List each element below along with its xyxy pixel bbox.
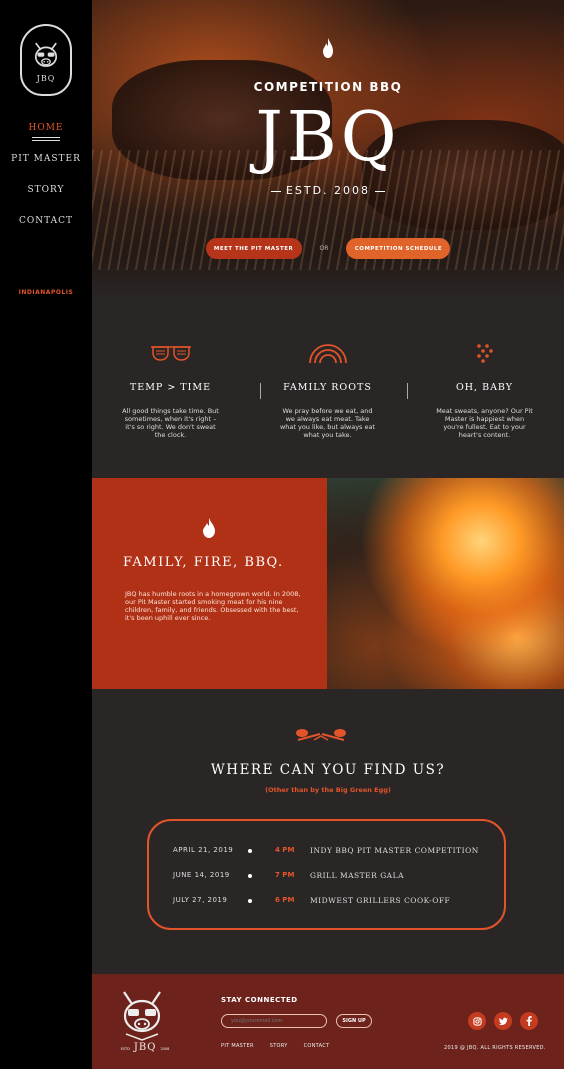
event-row[interactable]: APRIL 21, 2019 4 PM INDY BBQ PIT MASTER … — [149, 846, 504, 858]
footer-logo-wordmark: ESTD JBQ 2008 — [115, 1042, 175, 1056]
sign-up-button[interactable]: SIGN UP — [336, 1014, 372, 1028]
social-links — [468, 1012, 538, 1030]
event-time: 6 PM — [275, 896, 295, 904]
family-fire-title: FAMILY, FIRE, BBQ. — [123, 555, 284, 570]
event-name: MIDWEST GRILLERS COOK-OFF — [310, 896, 451, 905]
nav-item-story[interactable]: STORY — [0, 184, 92, 215]
find-us-title: WHERE CAN YOU FIND US? — [210, 762, 446, 778]
family-fire-section: FAMILY, FIRE, BBQ. JBQ has humble roots … — [92, 478, 327, 689]
nav-item-pit-master[interactable]: PIT MASTER — [0, 153, 92, 184]
footer: ESTD JBQ 2008 STAY CONNECTED SIGN UP PIT… — [92, 974, 564, 1069]
footer-links: PIT MASTER STORY CONTACT — [221, 1043, 329, 1049]
fire-image — [327, 478, 564, 689]
hero-estd-label: ESTD. 2008 — [285, 184, 371, 197]
city-label: INDIANAPOLIS — [18, 289, 74, 296]
hero-buttons: MEET THE PIT MASTER OR COMPETITION SCHED… — [92, 238, 564, 259]
footer-logo-small: ESTD — [120, 1047, 130, 1051]
facebook-icon[interactable] — [520, 1012, 538, 1030]
competition-schedule-button[interactable]: COMPETITION SCHEDULE — [346, 238, 451, 259]
dots-icon — [476, 344, 493, 363]
footer-link-story[interactable]: STORY — [270, 1043, 288, 1049]
main-nav: HOME PIT MASTER STORY CONTACT — [0, 122, 92, 246]
flame-icon — [203, 518, 215, 538]
hero-section: COMPETITION BBQ JBQ ESTD. 2008 MEET THE … — [92, 0, 564, 300]
footer-logo-text: JBQ — [133, 1042, 157, 1053]
nav-item-home[interactable]: HOME — [0, 122, 92, 153]
footer-link-pit-master[interactable]: PIT MASTER — [221, 1043, 254, 1049]
bullet-dot — [248, 849, 252, 853]
stay-connected-label: STAY CONNECTED — [221, 996, 298, 1004]
feature-description: All good things take time. But sometimes… — [122, 407, 219, 439]
main-content: COMPETITION BBQ JBQ ESTD. 2008 MEET THE … — [92, 0, 564, 1069]
flame-icon — [323, 38, 333, 58]
event-date: JULY 27, 2019 — [173, 896, 228, 904]
dash-left — [270, 190, 281, 192]
bullet-dot — [248, 899, 252, 903]
nav-item-label: STORY — [27, 185, 65, 195]
event-date: JUNE 14, 2019 — [173, 871, 230, 879]
feature-title: FAMILY ROOTS — [283, 382, 372, 393]
or-label: OR — [319, 245, 329, 252]
nav-item-label: PIT MASTER — [11, 154, 81, 164]
events-list: APRIL 21, 2019 4 PM INDY BBQ PIT MASTER … — [147, 819, 506, 930]
logo-text: JBQ — [36, 73, 56, 83]
feature-description: We pray before we eat, and we always eat… — [279, 407, 376, 439]
features-section: TEMP > TIME All good things take time. B… — [92, 340, 564, 450]
nav-item-contact[interactable]: CONTACT — [0, 215, 92, 246]
sunglasses-icon — [150, 346, 191, 361]
dash-right — [375, 190, 386, 192]
feature-oh-baby: OH, BABY Meat sweats, anyone? Our Pit Ma… — [406, 340, 563, 450]
nav-item-label: HOME — [28, 123, 64, 133]
bullet-dot — [248, 874, 252, 878]
feature-description: Meat sweats, anyone? Our Pit Master is h… — [436, 407, 533, 439]
feature-family-roots: FAMILY ROOTS We pray before we eat, and … — [249, 340, 406, 450]
sidebar: JBQ HOME PIT MASTER STORY CONTACT INDIAN… — [0, 0, 92, 1069]
family-fire-text: JBQ has humble roots in a homegrown worl… — [125, 590, 301, 622]
feature-title: TEMP > TIME — [129, 382, 212, 393]
event-name: GRILL MASTER GALA — [310, 871, 404, 880]
hero-subtitle: COMPETITION BBQ — [253, 80, 403, 94]
nav-item-label: CONTACT — [18, 216, 74, 226]
feature-title: OH, BABY — [455, 382, 514, 393]
logo[interactable]: JBQ — [20, 24, 72, 96]
footer-logo-small: 2008 — [160, 1047, 170, 1051]
instagram-icon[interactable] — [468, 1012, 486, 1030]
meet-pit-master-button[interactable]: MEET THE PIT MASTER — [205, 238, 302, 259]
feature-temp-time: TEMP > TIME All good things take time. B… — [92, 340, 249, 450]
hero-established: ESTD. 2008 — [92, 184, 564, 197]
active-indicator — [32, 137, 60, 141]
find-us-subtitle: (Other than by the Big Green Egg) — [265, 786, 391, 794]
pig-icon — [34, 42, 58, 67]
event-time: 7 PM — [275, 871, 295, 879]
twitter-icon[interactable] — [494, 1012, 512, 1030]
event-date: APRIL 21, 2019 — [173, 846, 234, 854]
event-row[interactable]: JUNE 14, 2019 7 PM GRILL MASTER GALA — [149, 871, 504, 883]
copyright: 2019 @ JBQ. ALL RIGHTS RESERVED. — [444, 1045, 546, 1051]
footer-link-contact[interactable]: CONTACT — [304, 1043, 330, 1049]
event-time: 4 PM — [275, 846, 295, 854]
email-field[interactable] — [221, 1014, 327, 1028]
rainbow-icon — [308, 344, 347, 364]
crossed-sausages-icon — [296, 729, 346, 741]
find-us-section: WHERE CAN YOU FIND US? (Other than by th… — [92, 690, 564, 974]
hero-title: JBQ — [255, 98, 401, 177]
event-name: INDY BBQ PIT MASTER COMPETITION — [310, 846, 479, 855]
event-row[interactable]: JULY 27, 2019 6 PM MIDWEST GRILLERS COOK… — [149, 896, 504, 908]
